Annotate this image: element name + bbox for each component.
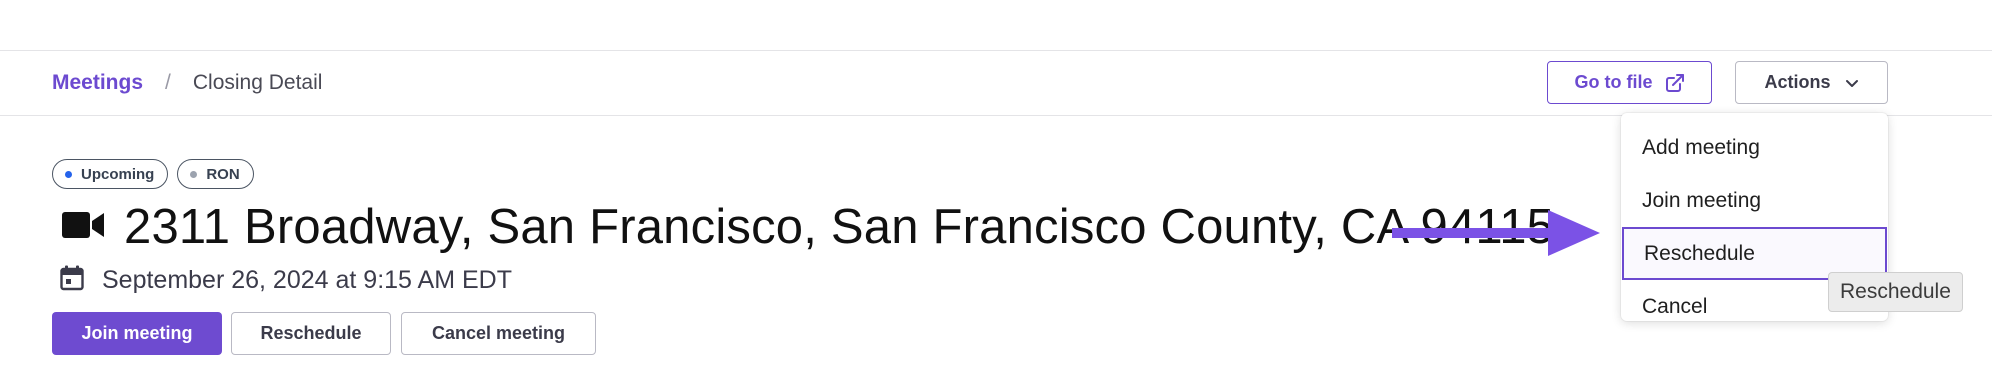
status-badge-ron: RON	[177, 159, 254, 189]
status-dot	[190, 170, 198, 178]
badge-label: Upcoming	[81, 165, 155, 183]
annotation-arrow-icon	[1392, 210, 1600, 256]
status-dot	[65, 170, 72, 178]
calendar-icon	[60, 265, 84, 296]
cancel-meeting-button[interactable]: Cancel meeting	[401, 312, 596, 355]
page: Meetings / Closing Detail Go to file Act…	[0, 0, 1992, 388]
go-to-file-label: Go to file	[1574, 72, 1653, 92]
menu-item-add-meeting[interactable]: Add meeting	[1621, 121, 1888, 174]
top-divider	[0, 50, 1992, 51]
menu-item-join-meeting[interactable]: Join meeting	[1621, 174, 1888, 227]
breadcrumb: Meetings / Closing Detail	[52, 68, 322, 98]
actions-label: Actions	[1764, 72, 1831, 92]
go-to-file-button[interactable]: Go to file	[1547, 61, 1712, 104]
meeting-datetime: September 26, 2024 at 9:15 AM EDT	[102, 265, 512, 294]
chevron-down-icon	[1845, 78, 1859, 88]
badge-label: RON	[206, 165, 240, 183]
reschedule-button[interactable]: Reschedule	[231, 312, 391, 355]
video-camera-icon	[62, 210, 104, 245]
actions-button[interactable]: Actions	[1735, 61, 1888, 104]
breadcrumb-separator: /	[165, 71, 171, 94]
status-badge-upcoming: Upcoming	[52, 159, 169, 189]
external-link-icon	[1665, 73, 1685, 93]
page-title: 2311 Broadway, San Francisco, San Franci…	[124, 200, 1555, 254]
join-meeting-button[interactable]: Join meeting	[52, 312, 222, 355]
breadcrumb-meetings-link[interactable]: Meetings	[52, 71, 143, 95]
breadcrumb-current: Closing Detail	[192, 71, 323, 94]
meeting-date-row: September 26, 2024 at 9:15 AM EDT	[60, 262, 512, 298]
status-badges: Upcoming RON	[52, 159, 254, 189]
meeting-title-row: 2311 Broadway, San Francisco, San Franci…	[62, 196, 1554, 258]
tooltip: Reschedule	[1828, 272, 1963, 312]
